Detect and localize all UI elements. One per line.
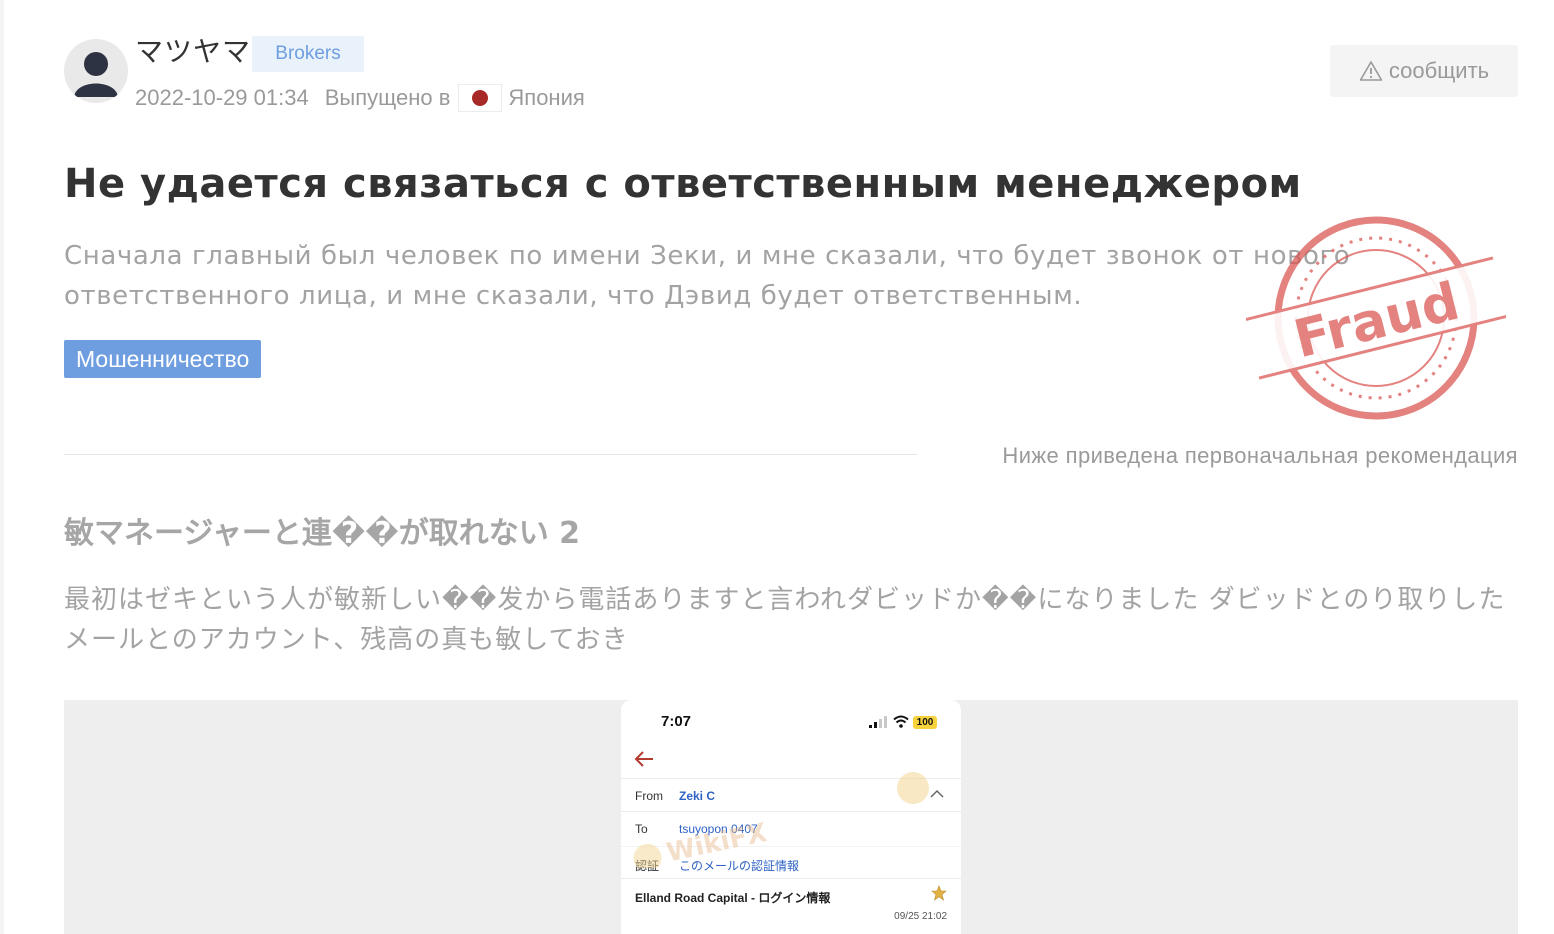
broker-tag[interactable]: Brokers [252, 36, 364, 72]
status-bar: 7:07 100 [621, 700, 961, 744]
released-in-label: Выпущено в [324, 85, 451, 110]
signal-icon [869, 716, 887, 728]
star-icon [931, 885, 947, 901]
publish-date: 2022-10-29 01:34 [135, 85, 309, 110]
from-value: Zeki C [679, 789, 716, 803]
mail-subject: Elland Road Capital - ログイン情報 [635, 891, 831, 905]
review-title: Не удается связаться с ответственным мен… [64, 161, 1302, 207]
original-body: 最初はゼキという人が敏新しい��发から電話ありますと言われダビッドか��になりま… [64, 585, 1506, 655]
watermark-text: WikiFX [664, 818, 770, 868]
category-tag: Мошенничество [64, 340, 262, 378]
mail-date: 09/25 21:02 [894, 911, 947, 922]
original-recommendation-note: Ниже приведена первоначальная рекомендац… [1002, 443, 1518, 468]
watermark-logo-small [897, 772, 929, 804]
phone-screenshot: 7:07 100 From Zeki C To tsuyopon 0407 この… [621, 700, 961, 934]
attachment-image[interactable]: 7:07 100 From Zeki C To tsuyopon 0407 この… [64, 700, 1518, 934]
user-silhouette-icon [74, 52, 118, 97]
mail-subject-row: Elland Road Capital - ログイン情報 09/25 21:02 [621, 878, 961, 934]
warning-triangle-icon [1359, 61, 1383, 81]
watermark-logo: WikiFX [633, 818, 770, 868]
battery-badge: 100 [913, 716, 937, 729]
report-label: сообщить [1388, 58, 1490, 83]
meta-line: 2022-10-29 01:34 Выпущено в Япония [135, 82, 585, 114]
back-arrow-icon [634, 751, 653, 767]
page-edge [0, 0, 4, 934]
review-page: マツヤマ Brokers 2022-10-29 01:34 Выпущено в… [0, 0, 1554, 934]
username[interactable]: マツヤマ [135, 34, 251, 70]
wifi-icon [893, 715, 909, 728]
from-label: From [635, 789, 663, 803]
report-button[interactable]: сообщить [1330, 45, 1518, 97]
original-title: 敏マネージャーと連��が取れない 2 [64, 516, 581, 551]
status-time: 7:07 [661, 713, 692, 730]
divider [64, 454, 917, 455]
japan-flag-icon [458, 84, 503, 112]
avatar[interactable] [64, 39, 128, 103]
fraud-stamp-icon: Fraud [1246, 216, 1506, 420]
country-name: Япония [508, 85, 585, 110]
